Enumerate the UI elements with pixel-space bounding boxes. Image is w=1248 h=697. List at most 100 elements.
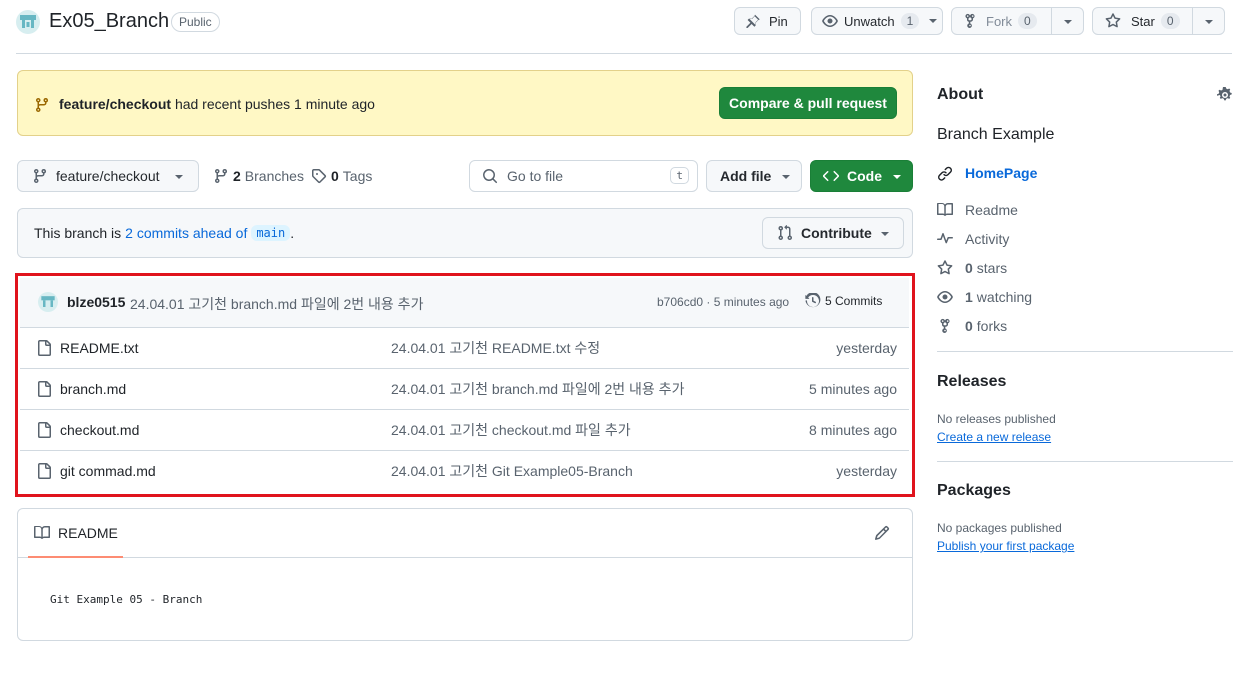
repo-name[interactable]: Ex05_Branch xyxy=(49,10,169,33)
shortcut-key: t xyxy=(670,167,689,184)
stars-link[interactable]: 0 stars xyxy=(937,260,1007,276)
star-count: 0 xyxy=(1160,13,1180,29)
unwatch-button[interactable]: Unwatch 1 xyxy=(811,7,943,35)
star-icon xyxy=(1105,13,1121,28)
latest-commit-bar: blze0515 24.04.01 고기천 branch.md 파일에 2번 내… xyxy=(20,278,909,327)
activity-label: Activity xyxy=(965,231,1010,247)
watching-count: 1 xyxy=(965,289,973,305)
forks-link[interactable]: 0 forks xyxy=(937,318,1007,334)
repo-avatar[interactable] xyxy=(16,10,40,34)
homepage-link[interactable]: HomePage xyxy=(937,165,1041,181)
file-icon xyxy=(38,381,51,397)
avatar-identicon-icon xyxy=(16,10,40,34)
link-icon xyxy=(938,166,953,181)
pulse-icon xyxy=(937,233,953,244)
pull-request-icon xyxy=(778,225,792,240)
fork-icon xyxy=(940,318,950,333)
sidebar-divider xyxy=(937,351,1233,352)
branches-count: 2 xyxy=(233,168,241,184)
contribute-button[interactable]: Contribute xyxy=(762,217,904,249)
author-avatar-icon[interactable] xyxy=(38,292,58,312)
watch-count: 1 xyxy=(900,13,920,29)
watching-link[interactable]: 1 watching xyxy=(937,289,1032,305)
file-icon xyxy=(38,463,51,479)
create-release-link[interactable]: Create a new release xyxy=(937,430,1051,444)
releases-title[interactable]: Releases xyxy=(937,373,1006,391)
header-divider xyxy=(16,53,1232,54)
star-icon xyxy=(937,260,953,275)
compare-button-label: Compare & pull request xyxy=(729,95,887,111)
homepage-label: HomePage xyxy=(965,165,1038,181)
chevron-down-icon xyxy=(893,175,901,179)
activity-link[interactable]: Activity xyxy=(937,231,1009,247)
code-button[interactable]: Code xyxy=(810,160,913,192)
code-label: Code xyxy=(847,168,882,184)
tags-count: 0 xyxy=(331,168,339,184)
file-row[interactable]: branch.md 24.04.01 고기천 branch.md 파일에 2번 내… xyxy=(20,368,909,409)
code-icon xyxy=(823,170,839,182)
releases-empty: No releases published xyxy=(937,412,1056,426)
file-name[interactable]: git commad.md xyxy=(60,463,156,479)
history-icon xyxy=(805,293,821,308)
search-icon xyxy=(483,169,498,184)
file-name[interactable]: README.txt xyxy=(60,340,139,356)
chevron-down-icon[interactable] xyxy=(1064,20,1072,24)
readme-content: Git Example 05 - Branch xyxy=(50,593,203,606)
chevron-down-icon xyxy=(175,175,183,179)
tags-link[interactable]: 0 Tags xyxy=(311,168,372,184)
file-icon xyxy=(38,422,51,438)
pencil-icon[interactable] xyxy=(874,525,890,541)
star-label: Star xyxy=(1131,13,1155,29)
base-branch-label[interactable]: main xyxy=(251,225,291,241)
star-button[interactable]: Star 0 xyxy=(1092,7,1225,35)
fork-count: 0 xyxy=(1018,13,1037,29)
branches-link[interactable]: 2 Branches xyxy=(213,168,304,184)
pin-button[interactable]: Pin xyxy=(734,7,801,35)
readme-panel: README Git Example 05 - Branch xyxy=(17,508,913,641)
file-icon xyxy=(38,340,51,356)
commits-link[interactable]: 5 Commits xyxy=(805,293,882,309)
visibility-badge: Public xyxy=(171,12,220,32)
file-commit-date: 8 minutes ago xyxy=(809,422,897,438)
go-to-file-input[interactable]: Go to file t xyxy=(469,160,698,192)
recent-push-banner: feature/checkout had recent pushes 1 min… xyxy=(17,70,913,136)
file-row[interactable]: git commad.md 24.04.01 고기천 Git Example05-… xyxy=(20,450,909,491)
commit-message[interactable]: 24.04.01 고기천 branch.md 파일에 2번 내용 추가 xyxy=(130,294,423,314)
file-name[interactable]: branch.md xyxy=(60,381,126,397)
branch-selector[interactable]: feature/checkout xyxy=(17,160,199,192)
publish-package-link[interactable]: Publish your first package xyxy=(937,539,1074,553)
file-row[interactable]: README.txt 24.04.01 고기천 README.txt 수정 yest… xyxy=(20,327,909,368)
commit-hash-time[interactable]: b706cd0 · 5 minutes ago xyxy=(657,295,789,309)
banner-text: had recent pushes 1 minute ago xyxy=(174,96,375,112)
about-description: Branch Example xyxy=(937,126,1055,143)
branch-selector-label: feature/checkout xyxy=(56,168,160,184)
compare-pull-request-button[interactable]: Compare & pull request xyxy=(719,87,897,119)
file-name[interactable]: checkout.md xyxy=(60,422,139,438)
commit-author[interactable]: blze0515 xyxy=(67,294,125,310)
ahead-prefix: This branch is xyxy=(34,225,122,241)
pin-icon xyxy=(746,14,760,28)
add-file-button[interactable]: Add file xyxy=(706,160,802,192)
packages-empty: No packages published xyxy=(937,521,1062,535)
forks-label: forks xyxy=(976,318,1008,334)
ahead-commits-link[interactable]: 2 commits ahead of xyxy=(125,225,247,241)
forks-count: 0 xyxy=(965,318,973,334)
chevron-down-icon xyxy=(782,175,790,179)
readme-link[interactable]: Readme xyxy=(937,202,1018,218)
file-commit-message[interactable]: 24.04.01 고기천 README.txt 수정 xyxy=(391,338,600,358)
branch-icon xyxy=(36,97,48,113)
packages-title[interactable]: Packages xyxy=(937,482,1011,500)
chevron-down-icon[interactable] xyxy=(1205,20,1213,24)
add-file-label: Add file xyxy=(720,168,772,184)
file-commit-message[interactable]: 24.04.01 고기천 Git Example05-Branch xyxy=(391,461,633,481)
banner-branch-name: feature/checkout xyxy=(59,96,172,112)
readme-tab[interactable]: README xyxy=(28,509,123,558)
readme-link-label: Readme xyxy=(965,202,1018,218)
gear-icon[interactable] xyxy=(1217,87,1233,103)
file-commit-message[interactable]: 24.04.01 고기천 checkout.md 파일 추가 xyxy=(391,420,631,440)
file-row[interactable]: checkout.md 24.04.01 고기천 checkout.md 파일 추… xyxy=(20,409,909,450)
ahead-suffix: . xyxy=(290,225,295,241)
chevron-down-icon xyxy=(881,232,889,236)
file-commit-message[interactable]: 24.04.01 고기천 branch.md 파일에 2번 내용 추가 xyxy=(391,379,684,399)
fork-button[interactable]: Fork 0 xyxy=(951,7,1084,35)
